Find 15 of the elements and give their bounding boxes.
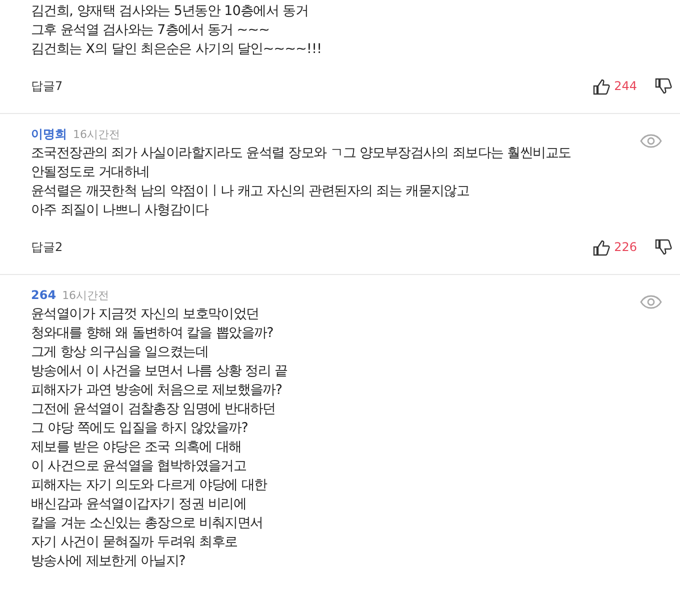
comment-text: 조국전장관의 죄가 사실이라할지라도 윤석렬 장모와 ㄱ그 양모부장검사의 죄보다는 훨씬비교도 안될정도로 거대하네 윤석렬은 깨끗한척 남의 약점이ㅣ나 캐고 자신의 관련된자의 죄는 캐묻지않고 아주 죄질이 나쁘니 사형감이다 — [31, 145, 571, 220]
reply-count-link[interactable]: 답글2 — [31, 238, 63, 256]
comment-author[interactable]: 264 — [31, 287, 56, 303]
comment-author[interactable]: 이명희 — [31, 126, 67, 142]
thumbs-down-icon[interactable] — [655, 238, 672, 256]
comment-text: 김건희, 양재택 검사와는 5년동안 10층에서 동거 그후 윤석열 검사와는 7층에서 동거 ~~~ 김건희는 X의 달인 최은순은 사기의 달인~~~~!!! — [31, 3, 322, 59]
thumbs-up-icon[interactable] — [593, 238, 610, 256]
comment-time: 16시간전 — [73, 127, 120, 143]
thumbs-down-icon[interactable] — [655, 78, 672, 94]
comment-time: 16시간전 — [62, 288, 110, 304]
comment-text: 윤석열이가 지금껏 자신의 보호막이었던 청와대를 향해 왜 돌변하여 칼을 뽑았을까? 그게 항상 의구심을 일으켰는데 방송에서 이 사건을 보면서 나름 상황 정리 끝 피해자가 과연 방송에 처음으로 제보했을까? 그전에 윤석열이 검찰총장 임명에 반대하던 그 야당 쪽에도 입질을 하지 않았을까? 제보를 받은 야당은 조국 의혹에 대해 이 사건으로 윤석열을 협박하였을거고 피해자는 자기 의도와 다르게 야당에 대한 배신감과 윤석열이갑자기 정권 비리에 칼을 겨눈 소신있는 총장으로 비춰지면서 자기 사건이 묻혀질까 두려워 최후로 방송사에 제보한게 아닐지? — [31, 306, 288, 571]
reply-count-link[interactable]: 답글7 — [31, 77, 63, 95]
thumbs-up-icon[interactable] — [593, 78, 610, 94]
like-count: 226 — [614, 239, 637, 256]
like-count: 244 — [614, 78, 637, 95]
